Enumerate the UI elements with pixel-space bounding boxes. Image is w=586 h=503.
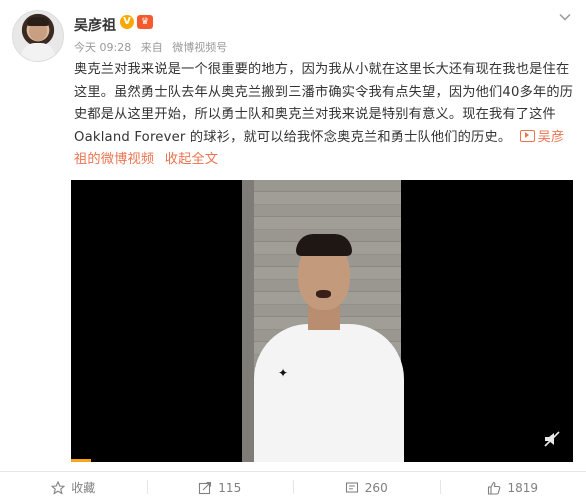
post-time[interactable]: 今天 09:28 <box>74 41 131 54</box>
post-body: 奥克兰对我来说是一个很重要的地方，因为我从小就在这里长大还有现在我也是住在这里。… <box>74 62 574 145</box>
video-frame: ✦ <box>242 180 404 462</box>
like-count: 1819 <box>507 480 539 495</box>
post-source[interactable]: 微博视频号 <box>172 41 227 54</box>
collapse-button[interactable]: 收起全文 <box>165 152 219 167</box>
post-meta: 今天 09:28 来自 微博视频号 <box>74 39 233 55</box>
comment-button[interactable]: 260 <box>293 472 440 503</box>
repost-count: 115 <box>218 480 242 495</box>
shirt-logo-icon: ✦ <box>278 366 289 380</box>
weibo-post-card: 吴彦祖 V ♛ 今天 09:28 来自 微博视频号 奥克兰对我来说是一个很重要的… <box>0 0 586 503</box>
post-text: 奥克兰对我来说是一个很重要的地方，因为我从小就在这里长大还有现在我也是住在这里。… <box>74 59 574 172</box>
vip-crown-icon[interactable]: ♛ <box>137 15 153 29</box>
author-name[interactable]: 吴彦祖 <box>74 15 116 35</box>
comment-count: 260 <box>364 480 388 495</box>
like-button[interactable]: 1819 <box>439 472 586 503</box>
repost-button[interactable]: 115 <box>146 472 294 503</box>
author-avatar[interactable] <box>12 10 64 62</box>
favorite-button[interactable]: 收藏 <box>0 472 147 503</box>
thumbs-up-icon <box>488 481 501 495</box>
mute-icon[interactable] <box>543 430 561 448</box>
chevron-down-icon[interactable] <box>558 10 572 24</box>
source-prefix: 来自 <box>140 41 163 54</box>
repost-icon <box>199 481 212 494</box>
video-player[interactable]: ✦ <box>71 180 573 462</box>
favorite-label: 收藏 <box>71 481 96 495</box>
action-bar: 收藏 115 260 1819 <box>0 472 586 503</box>
video-link-icon <box>519 129 535 142</box>
video-progress-bar[interactable] <box>71 459 92 462</box>
verified-icon: V <box>120 15 134 29</box>
comment-icon <box>345 481 358 493</box>
star-icon <box>51 480 66 495</box>
